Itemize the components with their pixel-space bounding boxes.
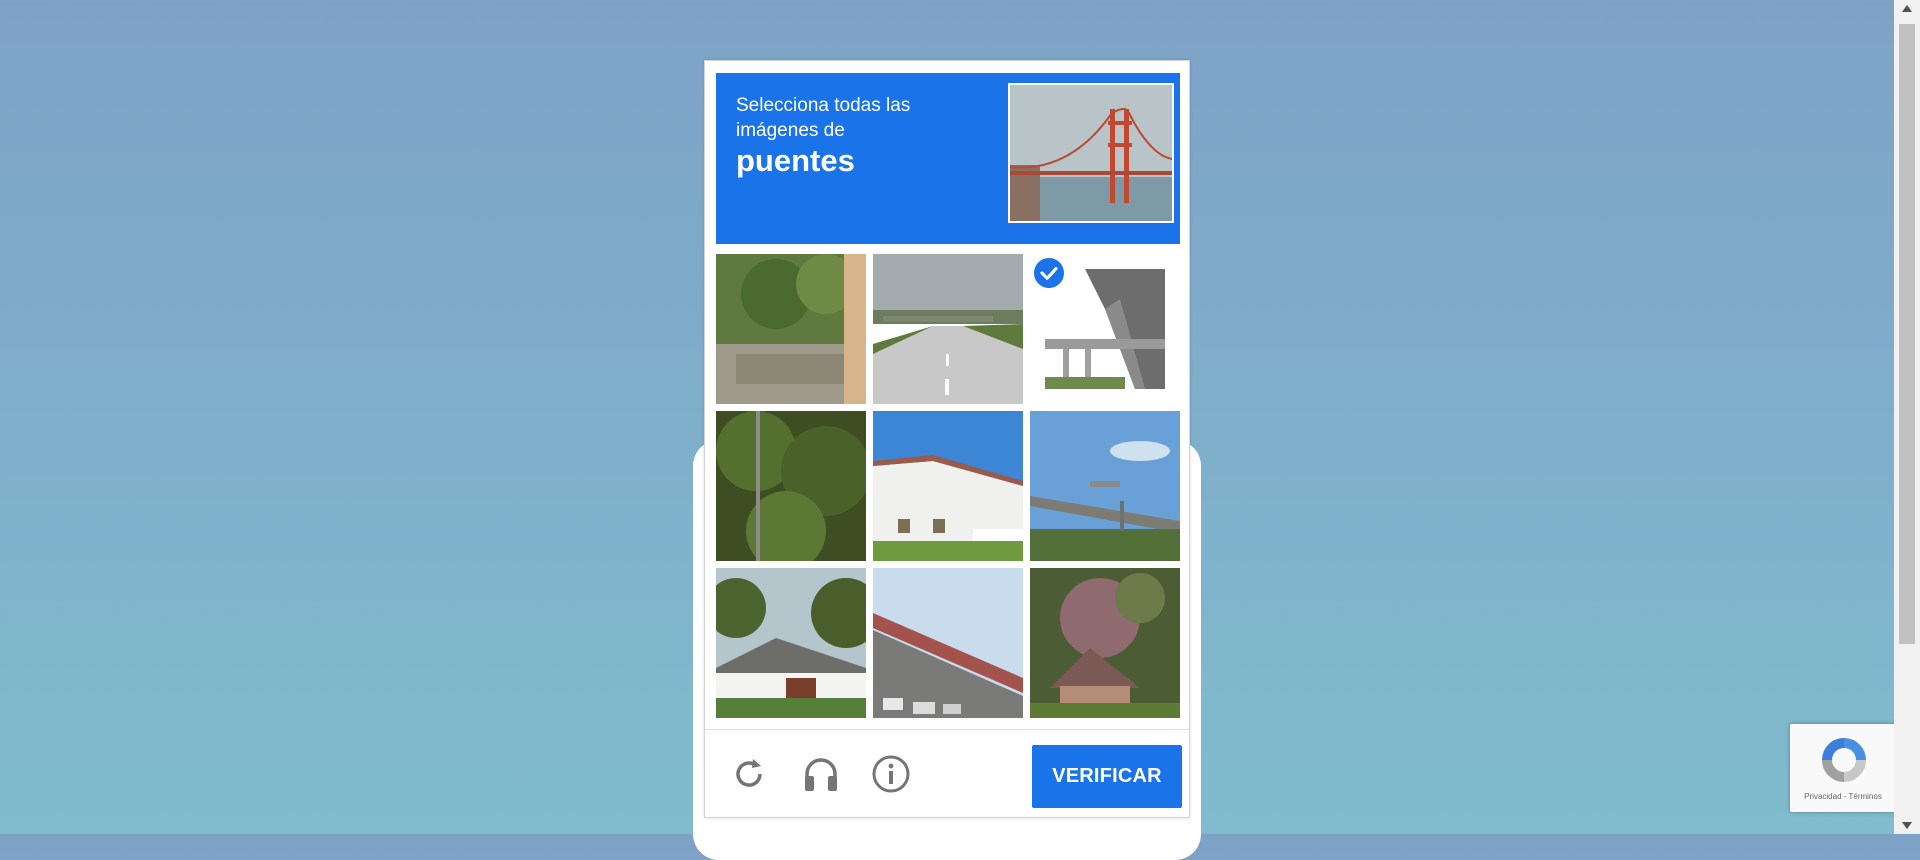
image-tile-3[interactable]	[1030, 254, 1180, 404]
challenge-target-word: puentes	[736, 143, 855, 178]
info-icon[interactable]	[871, 754, 911, 794]
image-tile-5[interactable]	[873, 411, 1023, 561]
verify-button[interactable]: VERIFICAR	[1032, 745, 1182, 808]
image-tile-2[interactable]	[873, 254, 1023, 404]
image-tile-9[interactable]	[1030, 568, 1180, 718]
sample-image	[1008, 83, 1174, 223]
headphones-icon[interactable]	[801, 754, 841, 794]
image-tile-1[interactable]	[716, 254, 866, 404]
selected-check-icon	[1032, 256, 1066, 290]
reload-icon[interactable]	[729, 754, 769, 794]
challenge-header: Selecciona todas las imágenes de puentes	[716, 73, 1180, 244]
image-tile-7[interactable]	[716, 568, 866, 718]
image-tile-4[interactable]	[716, 411, 866, 561]
scroll-down-arrow-icon[interactable]	[1894, 814, 1920, 834]
image-tile-6[interactable]	[1030, 411, 1180, 561]
recaptcha-terms-text[interactable]: Privacidad - Términos	[1790, 792, 1896, 801]
scroll-up-arrow-icon[interactable]	[1894, 0, 1920, 20]
captcha-challenge-dialog: Selecciona todas las imágenes de puentes	[704, 60, 1190, 818]
recaptcha-badge[interactable]: Privacidad - Términos	[1790, 724, 1896, 812]
scrollbar-thumb[interactable]	[1899, 24, 1915, 644]
recaptcha-logo-icon	[1816, 732, 1872, 788]
footer-divider	[705, 729, 1189, 730]
image-tile-8[interactable]	[873, 568, 1023, 718]
challenge-instruction: Selecciona todas las imágenes de	[736, 95, 911, 141]
page-scrollbar[interactable]	[1894, 0, 1920, 834]
image-grid	[716, 254, 1180, 718]
